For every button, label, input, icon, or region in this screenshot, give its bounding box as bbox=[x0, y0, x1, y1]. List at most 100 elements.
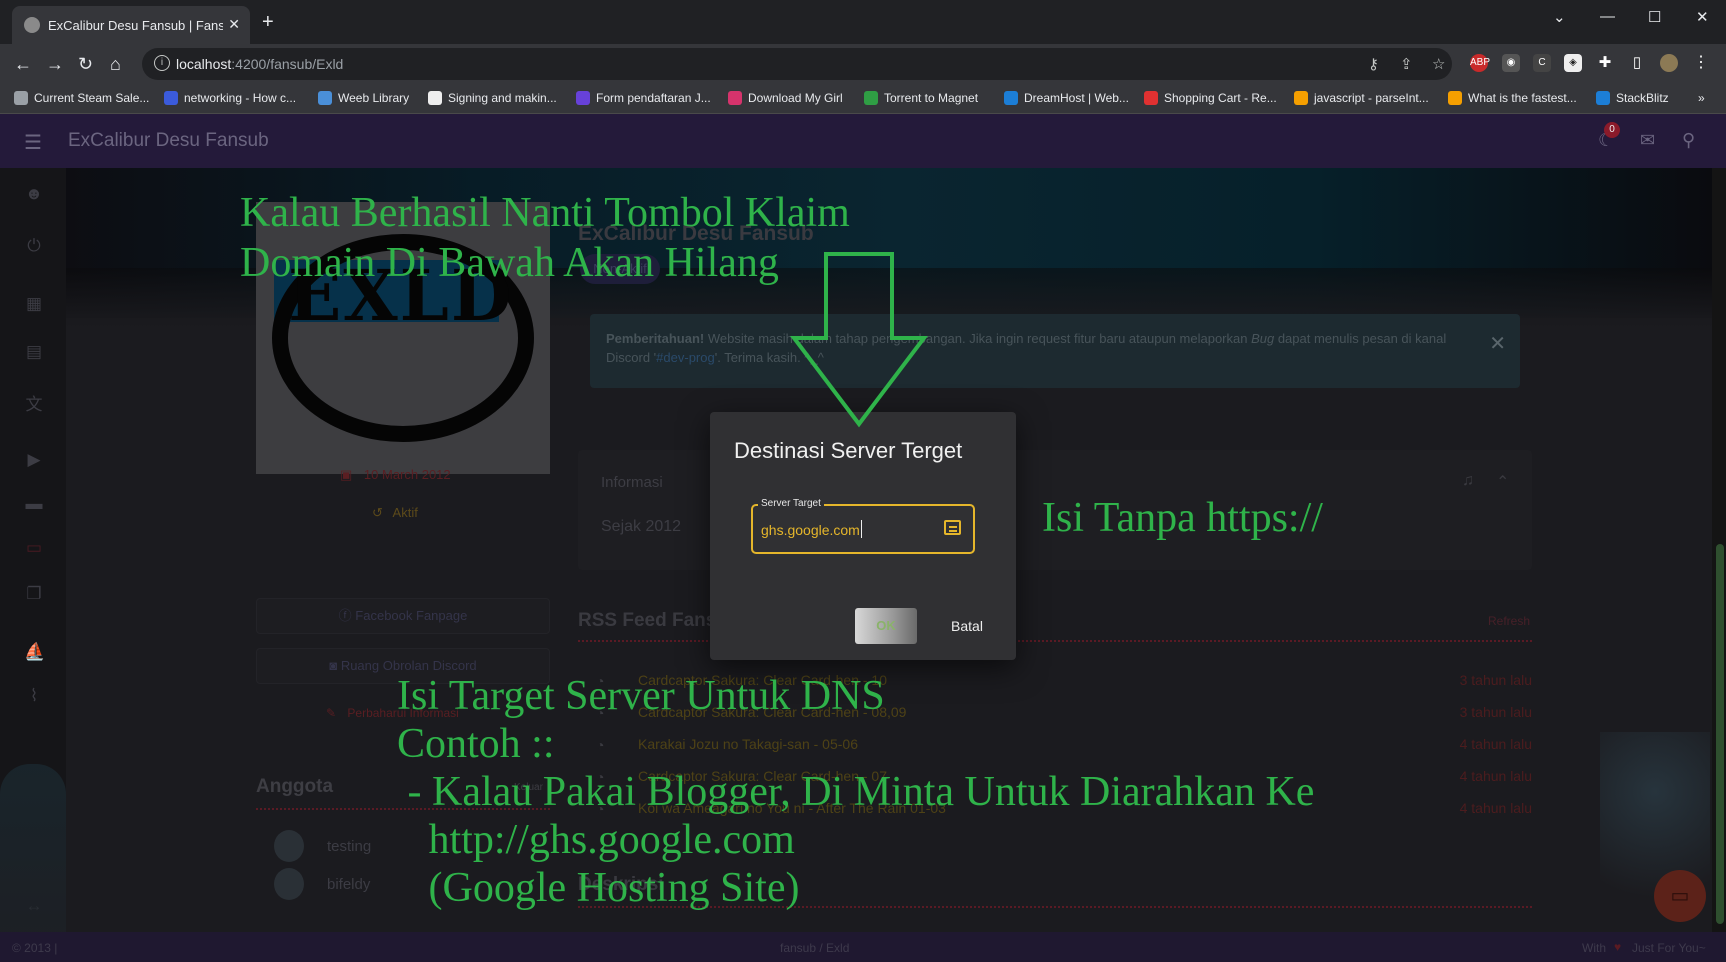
site-info-icon[interactable]: i bbox=[154, 55, 170, 71]
movie-icon[interactable]: ▬ bbox=[24, 494, 44, 514]
bookmark-item[interactable]: Download My Girl bbox=[728, 91, 843, 105]
book-icon[interactable]: ▤ bbox=[24, 342, 44, 362]
code-extension-icon[interactable]: C bbox=[1533, 54, 1551, 72]
bookmark-favicon-icon bbox=[1294, 91, 1308, 105]
annotation-bottom: Isi Target Server Untuk DNS Contoh :: - … bbox=[397, 673, 1315, 911]
tab-search-icon[interactable]: ⌄ bbox=[1553, 8, 1566, 26]
bookmark-star-icon[interactable]: ☆ bbox=[1432, 55, 1445, 73]
tab-title: ExCalibur Desu Fansub | FansubID bbox=[48, 18, 223, 33]
reload-icon[interactable]: ↻ bbox=[78, 54, 93, 74]
bell-icon[interactable]: ♫ bbox=[1462, 472, 1474, 490]
close-window-button[interactable]: ✕ bbox=[1696, 8, 1709, 26]
server-target-dialog: Destinasi Server Terget Server Target OK… bbox=[710, 412, 1016, 660]
tab-favicon-icon bbox=[24, 17, 40, 33]
bookmark-item[interactable]: javascript - parseInt... bbox=[1294, 91, 1429, 105]
ok-button[interactable]: OK bbox=[855, 608, 917, 644]
born-date: ▣ 10 March 2012 bbox=[340, 467, 451, 482]
maximize-button[interactable]: ☐ bbox=[1648, 8, 1661, 26]
extensions-puzzle-icon[interactable]: ✚ bbox=[1596, 54, 1614, 72]
server-target-input[interactable] bbox=[761, 522, 931, 538]
rss-icon[interactable]: ⌇ bbox=[24, 686, 44, 706]
shield-extension-icon[interactable]: ◈ bbox=[1564, 54, 1582, 72]
video-icon[interactable]: ▶ bbox=[24, 450, 44, 470]
info-header[interactable]: Informasi bbox=[601, 474, 663, 491]
info-since: Sejak 2012 bbox=[601, 518, 682, 535]
bookmark-favicon-icon bbox=[1144, 91, 1158, 105]
bookmark-item[interactable]: StackBlitz bbox=[1596, 91, 1669, 105]
address-url[interactable]: localhost:4200/fansub/Exld bbox=[176, 56, 343, 72]
bookmark-item[interactable]: Current Steam Sale... bbox=[14, 91, 149, 105]
bookmark-favicon-icon bbox=[164, 91, 178, 105]
footer-breadcrumb[interactable]: fansub / Exld bbox=[780, 941, 849, 955]
tab-close-icon[interactable]: ✕ bbox=[228, 16, 240, 33]
bookmark-item[interactable]: networking - How c... bbox=[164, 91, 296, 105]
bookmark-item[interactable]: Torrent to Magnet bbox=[864, 91, 978, 105]
member-avatar bbox=[274, 868, 304, 900]
camera-extension-icon[interactable]: ◉ bbox=[1502, 54, 1520, 72]
copy-icon[interactable]: ❐ bbox=[24, 584, 44, 604]
side-panel-icon[interactable]: ▯ bbox=[1628, 54, 1646, 72]
footer-tagline: Just For You~ bbox=[1632, 941, 1706, 955]
translate-icon[interactable]: 文 bbox=[24, 390, 44, 414]
member-name[interactable]: testing bbox=[327, 838, 371, 855]
alert-close-icon[interactable]: ✕ bbox=[1489, 331, 1506, 356]
bookmark-item[interactable]: DreamHost | Web... bbox=[1004, 91, 1129, 105]
calendar-icon: ▣ bbox=[340, 467, 353, 482]
bookmark-favicon-icon bbox=[576, 91, 590, 105]
app-header: ☰ ExCalibur Desu Fansub ☾ ✉ 0 ⚲ bbox=[0, 114, 1726, 168]
member-avatar bbox=[274, 830, 304, 862]
browser-toolbar: ← → ↻ ⌂ i localhost:4200/fansub/Exld ⚷ ⇪… bbox=[0, 44, 1726, 84]
notification-badge: 0 bbox=[1604, 122, 1620, 138]
dev-notice-alert: Pemberitahuan! Website masih dalam tahap… bbox=[590, 314, 1520, 388]
sidebar-avatar-icon[interactable]: ☻ bbox=[24, 184, 44, 204]
bookmark-item[interactable]: What is the fastest... bbox=[1448, 91, 1577, 105]
browser-tab[interactable]: ExCalibur Desu Fansub | FansubID ✕ bbox=[12, 6, 250, 44]
home-icon[interactable]: ⌂ bbox=[110, 54, 121, 74]
server-target-label: Server Target bbox=[758, 498, 824, 509]
back-icon[interactable]: ← bbox=[14, 54, 32, 74]
search-icon[interactable]: ⚲ bbox=[1682, 130, 1695, 151]
bookmark-item[interactable]: Signing and makin... bbox=[428, 91, 557, 105]
key-icon[interactable]: ⚷ bbox=[1368, 55, 1379, 73]
member-name[interactable]: bifeldy bbox=[327, 876, 370, 893]
sailboat-icon[interactable]: ⛵ bbox=[24, 642, 45, 662]
power-icon[interactable]: ⏻ bbox=[24, 236, 44, 256]
server-target-field[interactable] bbox=[751, 504, 975, 554]
footer-with: With bbox=[1582, 941, 1606, 955]
alert-text: Pemberitahuan! Website masih dalam tahap… bbox=[606, 331, 1447, 365]
bookmark-item[interactable]: Form pendaftaran J... bbox=[576, 91, 711, 105]
chat-fab-button[interactable]: ▭ bbox=[1654, 870, 1706, 922]
rss-refresh-button[interactable]: Refresh bbox=[1488, 614, 1530, 628]
share-icon[interactable]: ⇪ bbox=[1400, 55, 1413, 73]
forward-icon[interactable]: → bbox=[46, 54, 64, 74]
bookmark-favicon-icon bbox=[1448, 91, 1462, 105]
facebook-link[interactable]: ⓕ Facebook Fanpage bbox=[256, 598, 550, 634]
active-status: ↺ Aktif bbox=[372, 505, 418, 520]
minimize-button[interactable]: — bbox=[1600, 8, 1615, 25]
pencil-icon: ✎ bbox=[326, 706, 337, 720]
address-bar[interactable]: i localhost:4200/fansub/Exld ⚷ ⇪ ☆ bbox=[142, 48, 1452, 80]
footer-copyright: © 2013 | bbox=[12, 941, 58, 955]
subtitles-icon[interactable]: ▭ bbox=[24, 538, 44, 558]
rss-item-time: 4 tahun lalu bbox=[1459, 768, 1532, 784]
new-tab-button[interactable]: + bbox=[262, 12, 274, 32]
profile-avatar-icon[interactable] bbox=[1660, 54, 1678, 72]
bookmark-item[interactable]: Shopping Cart - Re... bbox=[1144, 91, 1277, 105]
dashboard-icon[interactable]: ▦ bbox=[24, 294, 44, 314]
subtitles-field-icon[interactable] bbox=[944, 520, 961, 535]
history-icon: ↺ bbox=[372, 505, 383, 520]
heart-icon: ♥ bbox=[1614, 940, 1622, 954]
cancel-button[interactable]: Batal bbox=[932, 608, 1002, 644]
adblock-extension-icon[interactable]: ABP bbox=[1470, 54, 1490, 72]
bookmark-favicon-icon bbox=[14, 91, 28, 105]
annotation-top: Kalau Berhasil Nanti Tombol Klaim Domain… bbox=[240, 190, 850, 286]
scrollbar-thumb[interactable] bbox=[1716, 544, 1724, 924]
more-bookmarks-button[interactable]: » bbox=[1698, 91, 1705, 105]
chevron-up-icon[interactable]: ⌃ bbox=[1496, 472, 1509, 492]
chat-icon[interactable]: ✉ bbox=[1640, 130, 1655, 151]
app-title[interactable]: ExCalibur Desu Fansub bbox=[68, 130, 269, 152]
annotation-arrow-icon bbox=[790, 252, 929, 428]
kebab-menu-icon[interactable]: ⋮ bbox=[1692, 54, 1710, 72]
bookmark-item[interactable]: Weeb Library bbox=[318, 91, 409, 105]
hamburger-menu-icon[interactable]: ☰ bbox=[24, 130, 42, 155]
